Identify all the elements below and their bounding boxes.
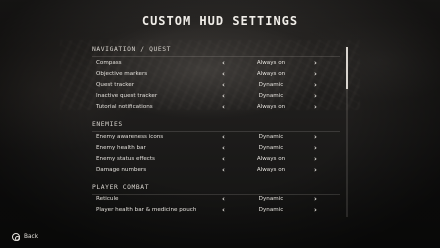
scrollbar-track[interactable] bbox=[346, 47, 348, 217]
arrow-left-icon[interactable]: ‹ bbox=[222, 80, 225, 90]
setting-row-enemy-awareness-icons[interactable]: Enemy awareness icons ‹ Dynamic › bbox=[92, 132, 332, 142]
arrow-right-icon[interactable]: › bbox=[314, 132, 317, 142]
arrow-left-icon[interactable]: ‹ bbox=[222, 143, 225, 153]
back-label: Back bbox=[24, 234, 39, 240]
setting-value: Always on bbox=[256, 167, 286, 173]
section-title: NAVIGATION / QUEST bbox=[92, 46, 172, 53]
setting-row-damage-numbers[interactable]: Damage numbers ‹ Always on › bbox=[92, 165, 332, 175]
setting-row-inactive-quest-tracker[interactable]: Inactive quest tracker ‹ Dynamic › bbox=[92, 91, 332, 101]
arrow-left-icon[interactable]: ‹ bbox=[222, 102, 225, 112]
arrow-left-icon[interactable]: ‹ bbox=[222, 69, 225, 79]
setting-label: Tutorial notifications bbox=[96, 104, 153, 110]
arrow-right-icon[interactable]: › bbox=[314, 91, 317, 101]
setting-row-objective-markers[interactable]: Objective markers ‹ Always on › bbox=[92, 69, 332, 79]
section-header-navigation-quest: NAVIGATION / QUEST bbox=[92, 46, 340, 57]
arrow-right-icon[interactable]: › bbox=[314, 143, 317, 153]
setting-label: Quest tracker bbox=[96, 82, 135, 88]
circle-button-icon bbox=[12, 233, 20, 241]
setting-row-enemy-status-effects[interactable]: Enemy status effects ‹ Always on › bbox=[92, 154, 332, 164]
arrow-left-icon[interactable]: ‹ bbox=[222, 91, 225, 101]
arrow-right-icon[interactable]: › bbox=[314, 165, 317, 175]
setting-value: Always on bbox=[256, 104, 286, 110]
setting-value: Dynamic bbox=[258, 93, 284, 99]
setting-value: Always on bbox=[256, 71, 286, 77]
arrow-left-icon[interactable]: ‹ bbox=[222, 58, 225, 68]
setting-label: Objective markers bbox=[96, 71, 148, 77]
arrow-right-icon[interactable]: › bbox=[314, 194, 317, 204]
arrow-right-icon[interactable]: › bbox=[314, 102, 317, 112]
setting-row-reticule[interactable]: Reticule ‹ Dynamic › bbox=[92, 194, 332, 204]
setting-row-enemy-health-bar[interactable]: Enemy health bar ‹ Dynamic › bbox=[92, 143, 332, 153]
section-title: ENEMIES bbox=[92, 121, 123, 128]
arrow-left-icon[interactable]: ‹ bbox=[222, 154, 225, 164]
setting-label: Enemy health bar bbox=[96, 145, 146, 151]
setting-value: Dynamic bbox=[258, 207, 284, 213]
arrow-left-icon[interactable]: ‹ bbox=[222, 132, 225, 142]
setting-label: Reticule bbox=[96, 196, 119, 202]
setting-value: Always on bbox=[256, 60, 286, 66]
arrow-right-icon[interactable]: › bbox=[314, 58, 317, 68]
setting-row-quest-tracker[interactable]: Quest tracker ‹ Dynamic › bbox=[92, 80, 332, 90]
setting-value: Dynamic bbox=[258, 82, 284, 88]
arrow-right-icon[interactable]: › bbox=[314, 154, 317, 164]
arrow-right-icon[interactable]: › bbox=[314, 80, 317, 90]
arrow-right-icon[interactable]: › bbox=[314, 69, 317, 79]
section-title: PLAYER COMBAT bbox=[92, 184, 150, 191]
setting-value: Dynamic bbox=[258, 145, 284, 151]
setting-label: Damage numbers bbox=[96, 167, 147, 173]
scrollbar-thumb[interactable] bbox=[346, 47, 348, 89]
setting-label: Enemy awareness icons bbox=[96, 134, 164, 140]
setting-label: Enemy status effects bbox=[96, 156, 155, 162]
setting-value: Always on bbox=[256, 156, 286, 162]
setting-row-compass[interactable]: Compass ‹ Always on › bbox=[92, 58, 332, 68]
setting-row-player-health-bar-medicine-pouch[interactable]: Player health bar & medicine pouch ‹ Dyn… bbox=[92, 205, 332, 215]
section-divider bbox=[92, 56, 340, 57]
section-header-enemies: ENEMIES bbox=[92, 121, 340, 132]
arrow-left-icon[interactable]: ‹ bbox=[222, 165, 225, 175]
setting-value: Dynamic bbox=[258, 134, 284, 140]
setting-row-tutorial-notifications[interactable]: Tutorial notifications ‹ Always on › bbox=[92, 102, 332, 112]
setting-label: Player health bar & medicine pouch bbox=[96, 207, 197, 213]
arrow-right-icon[interactable]: › bbox=[314, 205, 317, 215]
setting-value: Dynamic bbox=[258, 196, 284, 202]
section-header-player-combat: PLAYER COMBAT bbox=[92, 184, 340, 195]
page-title: CUSTOM HUD SETTINGS bbox=[141, 14, 299, 28]
setting-label: Inactive quest tracker bbox=[96, 93, 158, 99]
arrow-left-icon[interactable]: ‹ bbox=[222, 194, 225, 204]
setting-label: Compass bbox=[96, 60, 122, 66]
arrow-left-icon[interactable]: ‹ bbox=[222, 205, 225, 215]
